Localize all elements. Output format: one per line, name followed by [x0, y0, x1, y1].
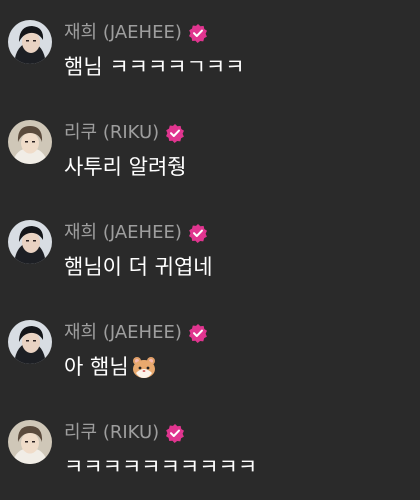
jaehee-avatar[interactable]	[8, 220, 52, 264]
verified-badge-icon	[165, 123, 185, 143]
message-text: 햄님 ㅋㅋㅋㅋㄱㅋㅋ	[64, 55, 245, 79]
chat-message: 재희 (JAEHEE) 햄님 ㅋㅋㅋㅋㄱㅋㅋ	[0, 20, 420, 98]
message-text: 사투리 알려줭	[64, 155, 187, 179]
author-name[interactable]: 리쿠 (RIKU)	[64, 120, 159, 146]
message-text: 햄님이 더 귀엽네	[64, 255, 213, 279]
riku-avatar[interactable]	[8, 420, 52, 464]
jaehee-avatar[interactable]	[8, 320, 52, 364]
author-name[interactable]: 재희 (JAEHEE)	[64, 220, 182, 246]
chat-message: 재희 (JAEHEE) 햄님이 더 귀엽네	[0, 220, 420, 298]
verified-badge-icon	[188, 223, 208, 243]
author-name[interactable]: 재희 (JAEHEE)	[64, 20, 182, 46]
chat-feed: 재희 (JAEHEE) 햄님 ㅋㅋㅋㅋㄱㅋㅋ 리쿠 (RIKU) 사투리 알려줭…	[0, 0, 420, 500]
verified-badge-icon	[188, 23, 208, 43]
author-name[interactable]: 재희 (JAEHEE)	[64, 320, 182, 346]
verified-badge-icon	[165, 423, 185, 443]
verified-badge-icon	[188, 323, 208, 343]
message-text: 아 햄님	[64, 355, 129, 379]
chat-message: 재희 (JAEHEE) 아 햄님	[0, 320, 420, 398]
chat-message: 리쿠 (RIKU) ㅋㅋㅋㅋㅋㅋㅋㅋㅋㅋ	[0, 420, 420, 498]
riku-avatar[interactable]	[8, 120, 52, 164]
author-name[interactable]: 리쿠 (RIKU)	[64, 420, 159, 446]
message-text-row: 아 햄님	[64, 352, 157, 382]
message-text: ㅋㅋㅋㅋㅋㅋㅋㅋㅋㅋ	[64, 455, 258, 479]
jaehee-avatar[interactable]	[8, 20, 52, 64]
chat-message: 리쿠 (RIKU) 사투리 알려줭	[0, 120, 420, 198]
hamster-emoji-icon	[131, 355, 157, 379]
